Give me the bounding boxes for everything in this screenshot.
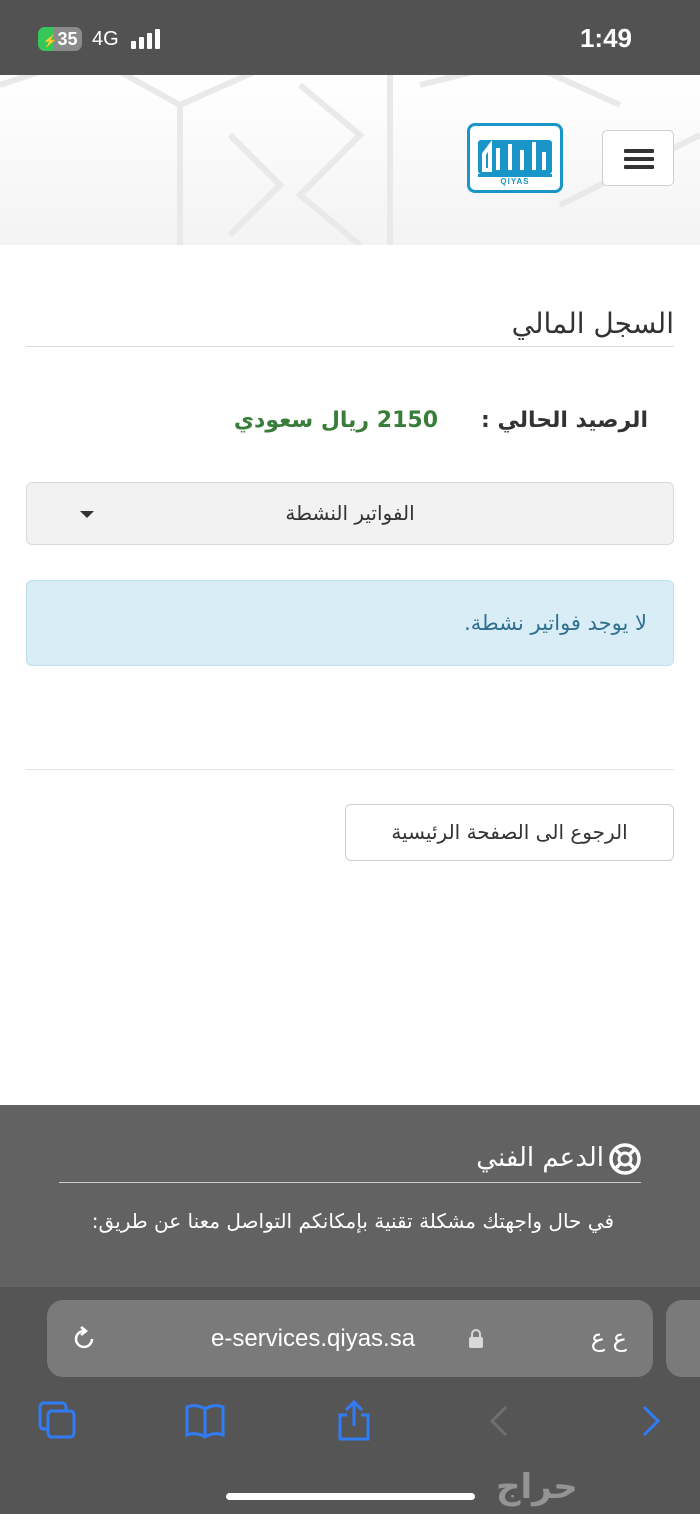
status-time: 1:49	[579, 23, 632, 53]
watermark: حراج	[496, 1467, 578, 1507]
invoice-filter-value: الفواتير النشطة	[285, 501, 415, 525]
header-pattern	[0, 75, 700, 245]
support-title: الدعم الفني	[476, 1143, 604, 1173]
balance-value: 2150 ريال سعودي	[233, 408, 438, 433]
reload-icon[interactable]	[70, 1325, 98, 1353]
battery-level: 35	[38, 27, 82, 51]
support-divider	[59, 1182, 641, 1183]
lock-icon	[469, 1329, 483, 1348]
signal-icon	[131, 29, 163, 49]
share-icon[interactable]	[332, 1399, 376, 1443]
caret-down-icon	[80, 511, 94, 518]
title-divider	[26, 346, 674, 347]
alert-text: لا يوجد فواتير نشطة.	[464, 611, 647, 635]
lifebuoy-icon	[609, 1143, 641, 1175]
home-indicator	[226, 1493, 475, 1500]
no-invoices-alert: لا يوجد فواتير نشطة.	[26, 580, 674, 666]
page-title: السجل المالي	[511, 307, 674, 340]
logo-text: QIYAS	[500, 177, 530, 186]
bookmarks-icon[interactable]	[183, 1399, 227, 1443]
tabs-icon[interactable]	[36, 1399, 80, 1443]
invoice-filter-select[interactable]: الفواتير النشطة	[26, 482, 674, 545]
browser-chrome: e-services.qiyas.sa ع ع حراج	[0, 1287, 700, 1514]
hamburger-icon	[624, 149, 654, 153]
section-divider	[26, 769, 674, 770]
balance-label: الرصيد الحالي :	[481, 408, 648, 433]
forward-icon[interactable]	[628, 1399, 672, 1443]
network-type: 4G	[92, 28, 119, 50]
back-home-button[interactable]: الرجوع الى الصفحة الرئيسية	[345, 804, 674, 861]
site-header: QIYAS	[0, 75, 700, 245]
back-icon[interactable]	[478, 1399, 522, 1443]
battery-icon: 35	[38, 27, 82, 51]
qiyas-logo[interactable]: QIYAS	[467, 123, 563, 193]
status-bar: 35 4G 1:49	[0, 0, 700, 75]
menu-button[interactable]	[602, 130, 674, 186]
page-settings-button[interactable]: ع ع	[591, 1300, 627, 1377]
support-text: في حال واجهتك مشكلة تقنية بإمكانكم التوا…	[91, 1209, 614, 1233]
url-text: e-services.qiyas.sa	[211, 1325, 416, 1352]
support-footer: الدعم الفني في حال واجهتك مشكلة تقنية بإ…	[0, 1105, 700, 1287]
address-bar[interactable]: e-services.qiyas.sa ع ع	[47, 1300, 653, 1377]
next-tab-peek[interactable]	[666, 1300, 700, 1377]
